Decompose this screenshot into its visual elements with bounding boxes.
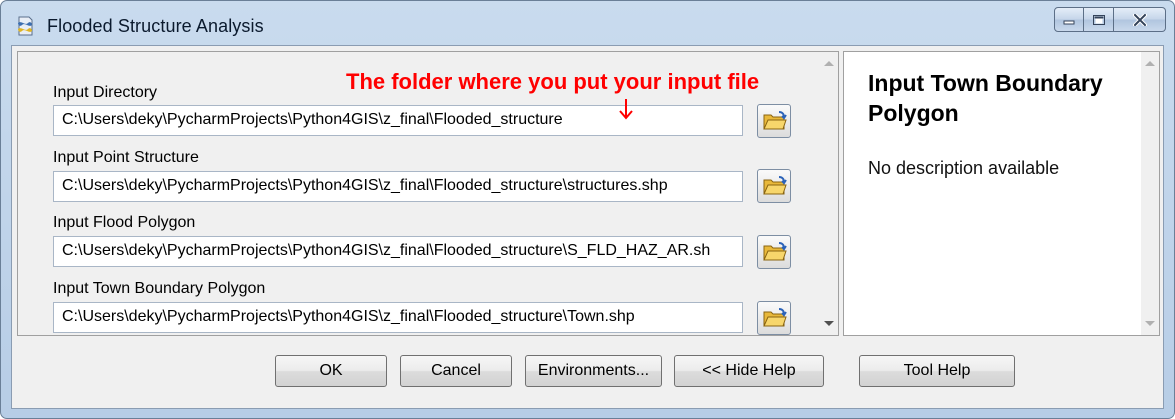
hide-help-button[interactable]: << Hide Help — [674, 355, 824, 387]
browse-point-structure-button[interactable] — [757, 169, 791, 203]
input-flood-polygon-label: Input Flood Polygon — [53, 214, 196, 231]
input-directory-field[interactable]: C:\Users\deky\PycharmProjects\Python4GIS… — [53, 105, 743, 136]
scroll-down-icon[interactable] — [1145, 321, 1155, 326]
minimize-button[interactable] — [1054, 7, 1084, 32]
cancel-button[interactable]: Cancel — [400, 355, 512, 387]
input-directory-label: Input Directory — [53, 84, 158, 101]
help-panel: Input Town Boundary Polygon No descripti… — [843, 51, 1160, 336]
dialog-body: Input Directory C:\Users\deky\PycharmPro… — [11, 45, 1164, 409]
maximize-icon — [1092, 14, 1105, 25]
parameters-scrollbar[interactable] — [820, 52, 838, 335]
environments-button[interactable]: Environments... — [525, 355, 662, 387]
window-title: Flooded Structure Analysis — [47, 16, 264, 36]
scroll-up-icon[interactable] — [1145, 61, 1155, 66]
help-title: Input Town Boundary Polygon — [868, 70, 1103, 126]
input-town-boundary-field[interactable]: C:\Users\deky\PycharmProjects\Python4GIS… — [53, 302, 743, 333]
close-icon — [1132, 13, 1147, 26]
close-button[interactable] — [1114, 7, 1166, 32]
input-point-structure-label: Input Point Structure — [53, 149, 199, 166]
annotation-arrow-icon — [619, 99, 633, 120]
maximize-button[interactable] — [1084, 7, 1114, 32]
folder-open-icon — [763, 308, 787, 327]
scroll-down-icon[interactable] — [824, 321, 834, 326]
parameters-panel: Input Directory C:\Users\deky\PycharmPro… — [17, 51, 839, 336]
folder-open-icon — [763, 176, 787, 195]
browse-directory-button[interactable] — [757, 104, 791, 138]
browse-town-boundary-button[interactable] — [757, 301, 791, 335]
annotation-text: The folder where you put your input file — [346, 69, 760, 94]
dialog-window: Flooded Structure Analysis Input Directo… — [0, 0, 1175, 419]
input-point-structure-field[interactable]: C:\Users\deky\PycharmProjects\Python4GIS… — [53, 171, 743, 202]
browse-flood-polygon-button[interactable] — [757, 235, 791, 269]
tool-help-button[interactable]: Tool Help — [859, 355, 1015, 387]
scroll-up-icon[interactable] — [824, 61, 834, 66]
folder-open-icon — [763, 242, 787, 261]
python-script-icon — [18, 16, 33, 36]
caption-buttons — [1054, 7, 1166, 32]
title-bar[interactable]: Flooded Structure Analysis — [1, 1, 1174, 45]
input-flood-polygon-field[interactable]: C:\Users\deky\PycharmProjects\Python4GIS… — [53, 236, 743, 267]
help-scrollbar[interactable] — [1141, 52, 1159, 335]
folder-open-icon — [763, 111, 787, 130]
help-description: No description available — [868, 158, 1060, 178]
input-town-boundary-label: Input Town Boundary Polygon — [53, 280, 266, 297]
ok-button[interactable]: OK — [275, 355, 387, 387]
minimize-icon — [1063, 20, 1075, 24]
